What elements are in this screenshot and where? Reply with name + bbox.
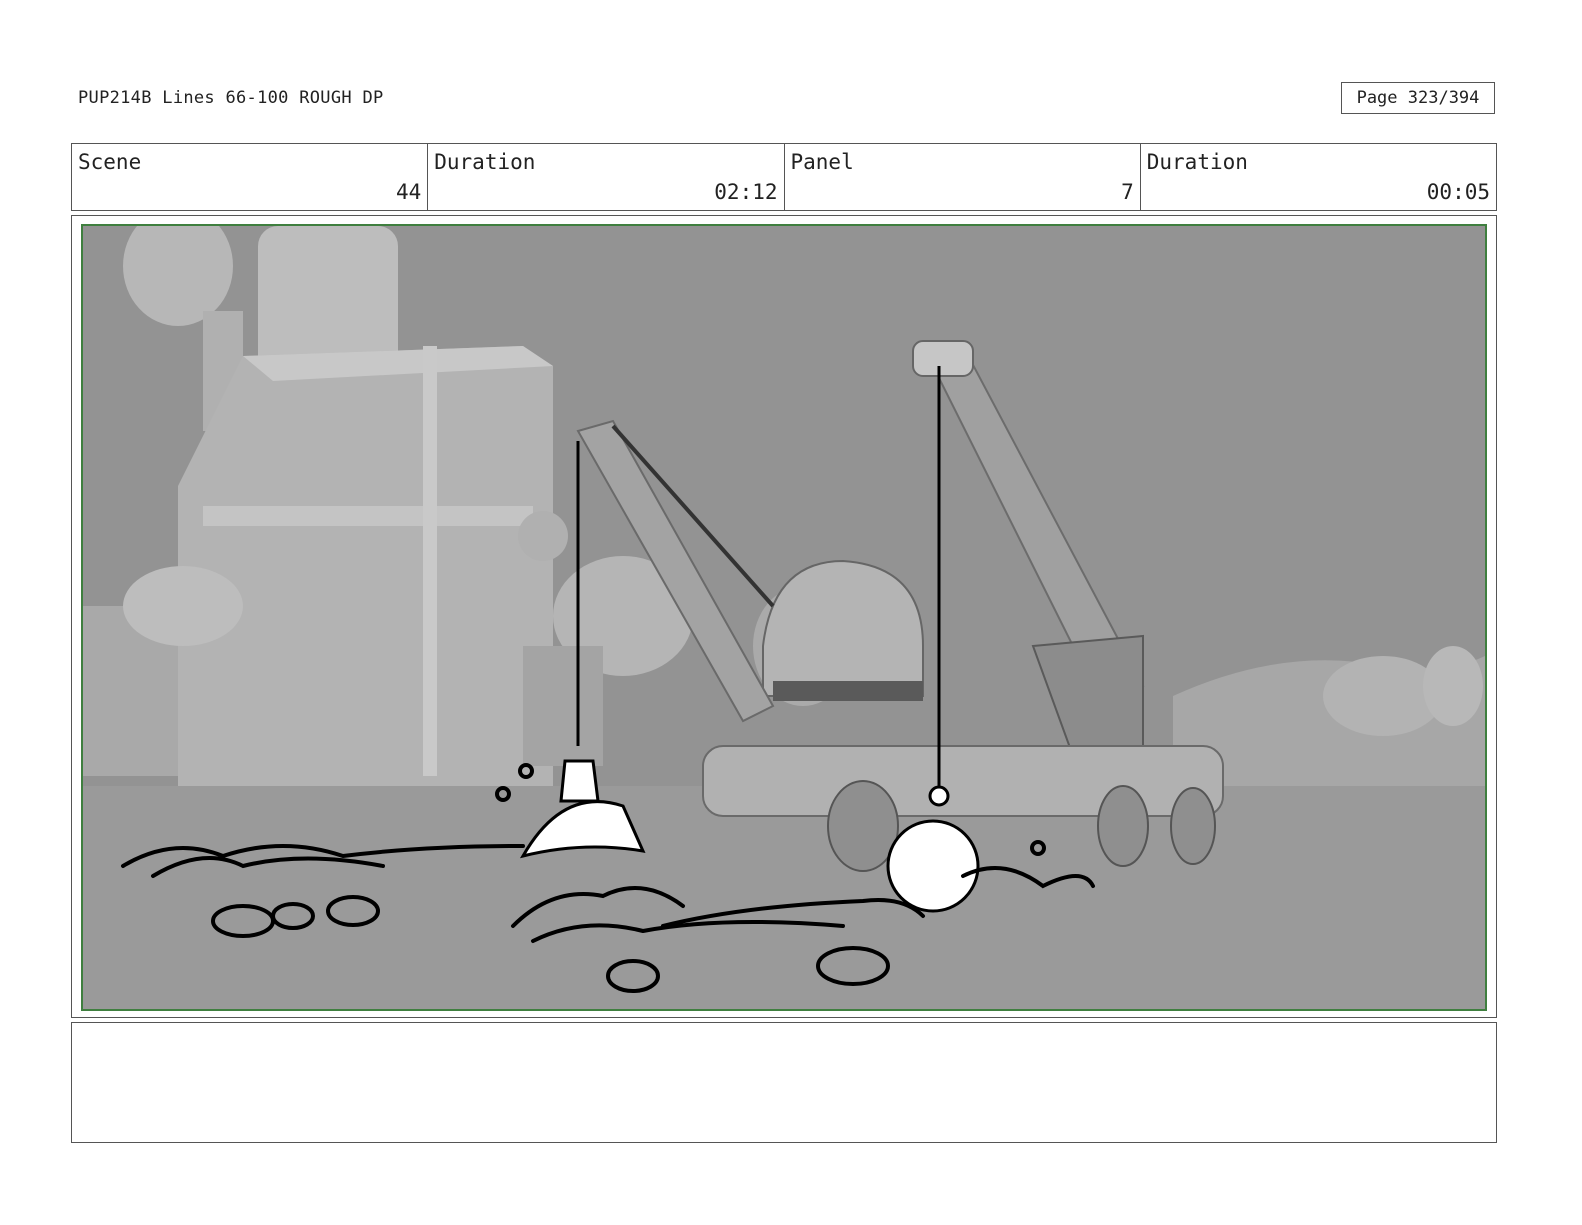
panel-duration-label: Duration	[1146, 150, 1248, 174]
panel-duration-value: 00:05	[1426, 180, 1490, 204]
panel-cell: Panel 7	[785, 144, 1141, 210]
panel-label: Panel	[790, 150, 854, 174]
document-title: PUP214B Lines 66-100 ROUGH DP	[78, 88, 384, 108]
scene-duration-cell: Duration 02:12	[428, 144, 785, 210]
scene-label: Scene	[78, 150, 142, 174]
storyboard-panel-frame	[71, 215, 1497, 1018]
page-number-box: Page 323/394	[1341, 82, 1495, 114]
panel-drawing	[83, 226, 1485, 1009]
scene-value: 44	[395, 180, 422, 204]
scene-cell: Scene 44	[72, 144, 429, 210]
panel-duration-cell: Duration 00:05	[1141, 144, 1496, 210]
panel-notes-box	[71, 1022, 1497, 1143]
info-table: Scene 44 Duration 02:12 Panel 7 Duration…	[71, 143, 1497, 211]
scene-duration-label: Duration	[434, 150, 536, 174]
storyboard-panel-image	[81, 224, 1487, 1011]
panel-value: 7	[1121, 180, 1134, 204]
scene-duration-value: 02:12	[714, 180, 778, 204]
page-number: Page 323/394	[1356, 88, 1480, 108]
